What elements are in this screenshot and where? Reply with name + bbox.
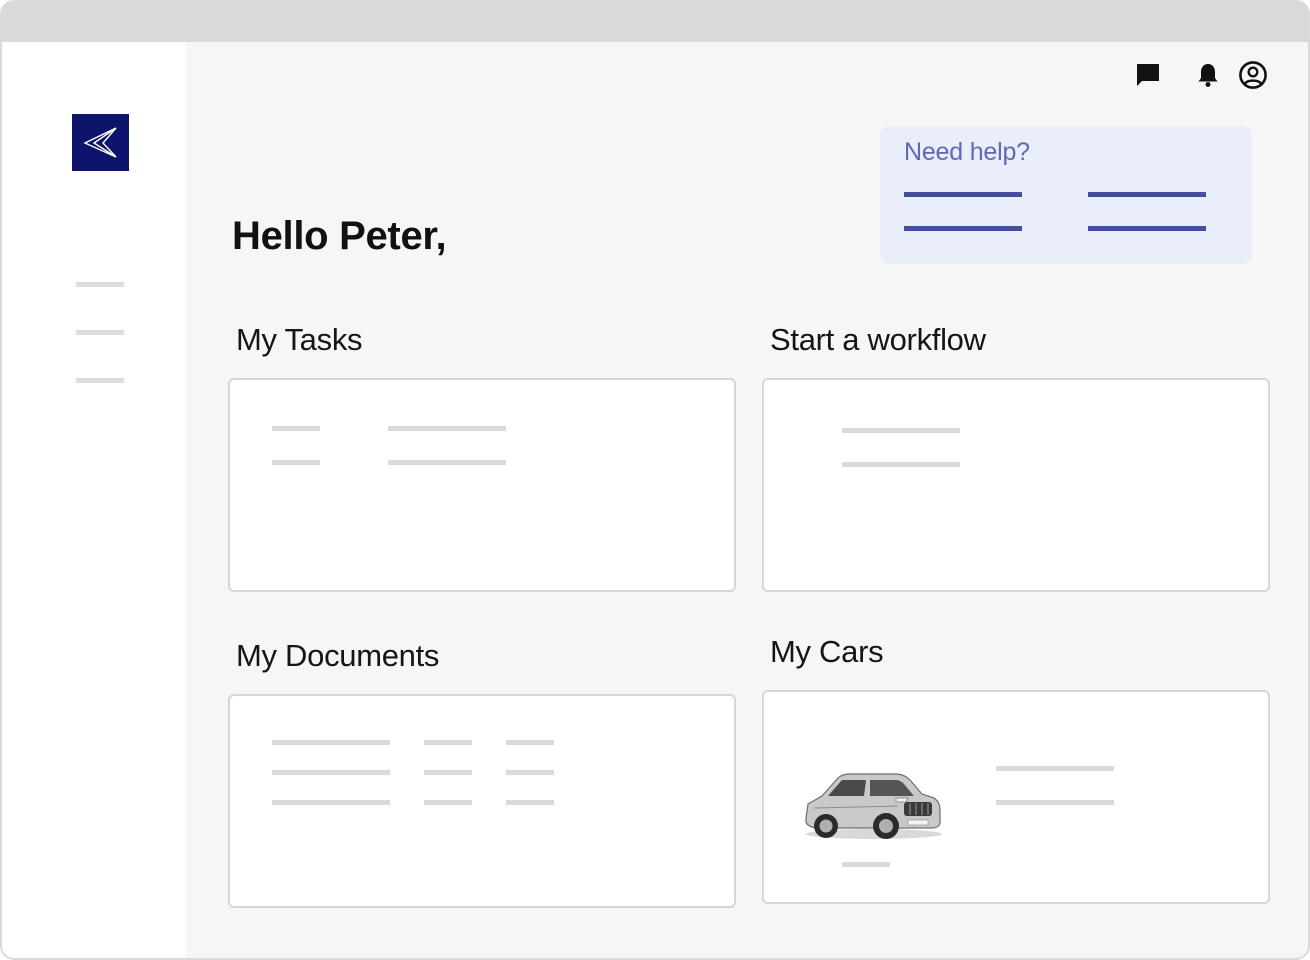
my-documents-card[interactable] bbox=[228, 694, 736, 908]
my-tasks-title: My Tasks bbox=[236, 322, 363, 357]
account-circle-icon[interactable] bbox=[1238, 60, 1268, 90]
my-cars-title: My Cars bbox=[770, 634, 884, 669]
document-placeholder bbox=[424, 740, 472, 745]
start-workflow-title: Start a workflow bbox=[770, 322, 986, 357]
help-link-4[interactable] bbox=[1088, 226, 1206, 231]
help-link-3[interactable] bbox=[904, 226, 1022, 231]
task-placeholder bbox=[388, 460, 506, 465]
sidebar bbox=[2, 42, 186, 958]
help-link-2[interactable] bbox=[1088, 192, 1206, 197]
my-cars-card[interactable] bbox=[762, 690, 1270, 904]
car-image[interactable] bbox=[800, 766, 946, 844]
sidebar-nav-item-2[interactable] bbox=[76, 330, 124, 335]
document-placeholder bbox=[424, 800, 472, 805]
bell-icon[interactable] bbox=[1193, 60, 1223, 90]
document-placeholder bbox=[506, 800, 554, 805]
car-placeholder bbox=[996, 766, 1114, 771]
document-placeholder bbox=[424, 770, 472, 775]
start-workflow-card[interactable] bbox=[762, 378, 1270, 592]
sidebar-nav-item-3[interactable] bbox=[76, 378, 124, 383]
document-placeholder bbox=[272, 740, 390, 745]
main-content: Need help? Hello Peter, My Tasks Start a… bbox=[186, 42, 1308, 958]
app-window: Need help? Hello Peter, My Tasks Start a… bbox=[0, 0, 1310, 960]
sidebar-nav-item-1[interactable] bbox=[76, 282, 124, 287]
car-placeholder bbox=[996, 800, 1114, 805]
window-titlebar bbox=[2, 2, 1308, 42]
document-placeholder bbox=[272, 770, 390, 775]
chat-icon[interactable] bbox=[1133, 60, 1163, 90]
help-link-1[interactable] bbox=[904, 192, 1022, 197]
workflow-placeholder bbox=[842, 428, 960, 433]
task-placeholder bbox=[272, 460, 320, 465]
task-placeholder bbox=[388, 426, 506, 431]
document-placeholder bbox=[272, 800, 390, 805]
document-placeholder bbox=[506, 770, 554, 775]
task-placeholder bbox=[272, 426, 320, 431]
greeting-heading: Hello Peter, bbox=[232, 214, 447, 258]
help-card[interactable]: Need help? bbox=[880, 126, 1252, 264]
help-title: Need help? bbox=[904, 138, 1030, 166]
brand-logo[interactable] bbox=[72, 114, 129, 171]
car-placeholder bbox=[842, 862, 890, 867]
document-placeholder bbox=[506, 740, 554, 745]
workflow-placeholder bbox=[842, 462, 960, 467]
my-documents-title: My Documents bbox=[236, 638, 440, 673]
my-tasks-card[interactable] bbox=[228, 378, 736, 592]
